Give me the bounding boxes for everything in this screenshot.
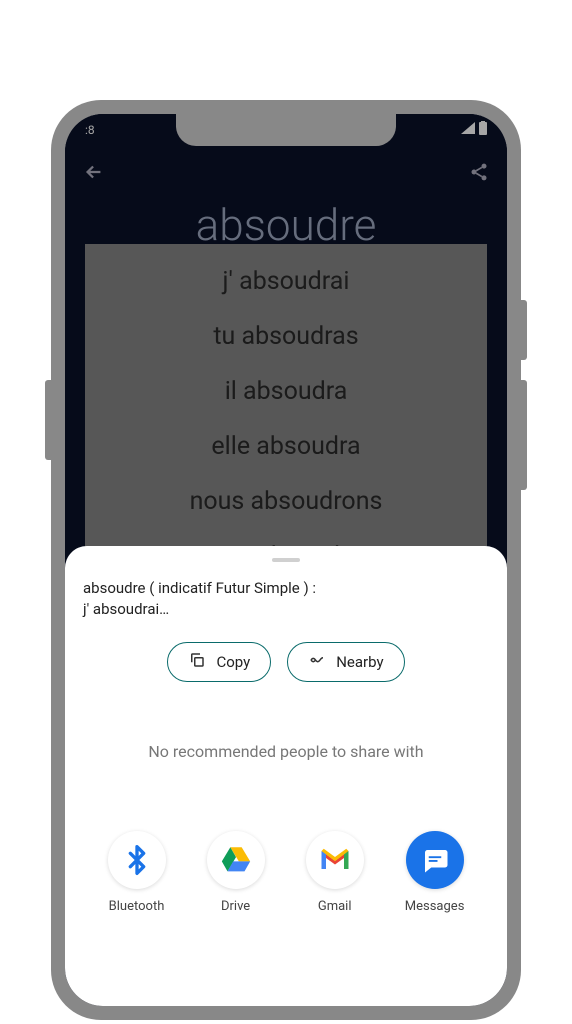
app-label: Gmail bbox=[318, 899, 352, 914]
app-label: Messages bbox=[405, 899, 465, 914]
share-app-drive[interactable]: Drive bbox=[207, 831, 265, 914]
share-sheet: absoudre ( indicatif Futur Simple ) : j'… bbox=[65, 546, 507, 1006]
share-preview-text: absoudre ( indicatif Futur Simple ) : j'… bbox=[83, 578, 489, 620]
gmail-icon bbox=[306, 831, 364, 889]
sheet-handle[interactable] bbox=[272, 558, 300, 562]
side-button-left bbox=[45, 380, 51, 460]
share-app-gmail[interactable]: Gmail bbox=[306, 831, 364, 914]
app-label: Drive bbox=[221, 899, 250, 914]
nearby-button[interactable]: Nearby bbox=[287, 642, 404, 682]
nearby-label: Nearby bbox=[336, 653, 383, 671]
copy-label: Copy bbox=[216, 653, 250, 671]
share-line-1: absoudre ( indicatif Futur Simple ) : bbox=[83, 578, 489, 599]
no-recommend-text: No recommended people to share with bbox=[83, 742, 489, 761]
share-apps-row: Bluetooth Drive Gmail bbox=[83, 831, 489, 914]
nearby-icon bbox=[308, 651, 326, 673]
action-buttons-row: Copy Nearby bbox=[83, 642, 489, 682]
share-app-bluetooth[interactable]: Bluetooth bbox=[108, 831, 166, 914]
bluetooth-icon bbox=[108, 831, 166, 889]
phone-frame: :8 absoudre j' absoudrai tu abs bbox=[51, 100, 521, 1020]
drive-icon bbox=[207, 831, 265, 889]
share-app-messages[interactable]: Messages bbox=[405, 831, 465, 914]
share-line-2: j' absoudrai… bbox=[83, 599, 489, 620]
copy-button[interactable]: Copy bbox=[167, 642, 271, 682]
phone-notch bbox=[176, 114, 396, 146]
app-label: Bluetooth bbox=[109, 899, 165, 914]
messages-icon bbox=[406, 831, 464, 889]
phone-screen: :8 absoudre j' absoudrai tu abs bbox=[65, 114, 507, 1006]
copy-icon bbox=[188, 651, 206, 673]
